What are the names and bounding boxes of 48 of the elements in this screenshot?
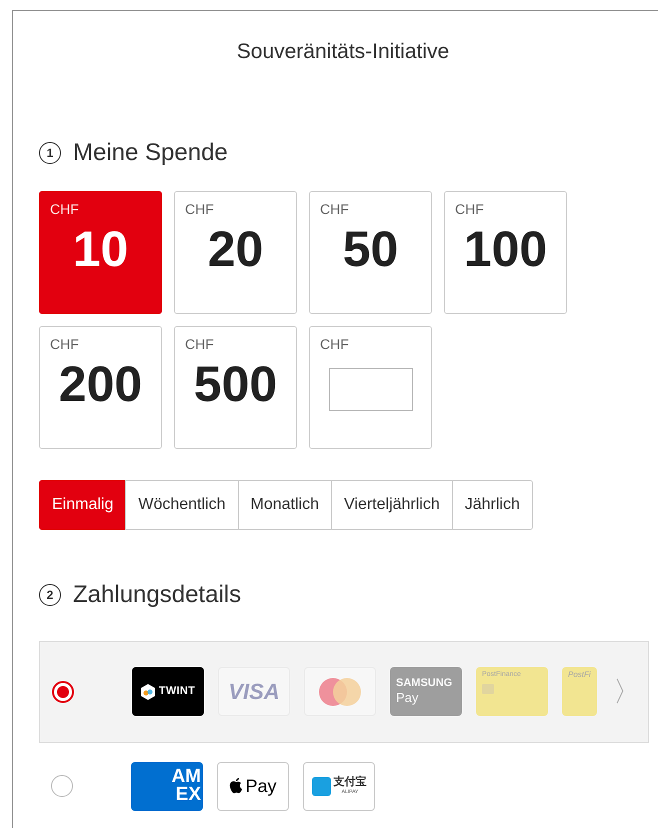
logo-text: 支付宝 xyxy=(334,777,366,788)
amount-option[interactable]: CHF 500 xyxy=(174,326,297,448)
logo-text: PostFi xyxy=(568,671,591,679)
amount-value: 100 xyxy=(462,224,548,274)
currency-label: CHF xyxy=(320,202,350,216)
amount-option[interactable]: CHF 20 xyxy=(174,190,297,314)
logo-text: Pay xyxy=(245,774,277,798)
amount-option[interactable]: CHF 100 xyxy=(444,190,567,314)
currency-label: CHF xyxy=(185,336,215,350)
amex-logo[interactable]: AM EX xyxy=(131,762,203,810)
logo-text: TWINT xyxy=(158,684,196,700)
amount-value: 200 xyxy=(58,358,144,408)
amount-input[interactable] xyxy=(328,368,412,410)
amount-value: 50 xyxy=(342,224,400,274)
step-number-icon: 1 xyxy=(39,142,61,164)
currency-label: CHF xyxy=(320,336,350,350)
amount-option[interactable]: CHF xyxy=(309,326,432,448)
logo-text: AM xyxy=(171,768,201,786)
section-heading: Meine Spende xyxy=(73,138,228,168)
currency-label: CHF xyxy=(50,336,80,350)
currency-label: CHF xyxy=(50,202,80,216)
page-title: Souveränitäts-Initiative xyxy=(236,39,450,65)
section-heading: Zahlungsdetails xyxy=(73,580,242,610)
amount-option[interactable]: CHF 200 xyxy=(39,326,162,448)
logo-text: Pay xyxy=(396,690,418,706)
apple-icon xyxy=(229,778,244,794)
step-number-icon: 2 xyxy=(39,584,61,606)
frequency-tab[interactable]: Vierteljährlich xyxy=(331,480,453,530)
amount-value: 500 xyxy=(192,358,278,408)
alipay-mark-icon xyxy=(312,776,330,796)
currency-label: CHF xyxy=(185,202,215,216)
logo-text: SAMSUNG xyxy=(396,676,452,690)
logo-text: EX xyxy=(176,786,201,804)
radio-button[interactable] xyxy=(52,680,74,702)
twint-logo[interactable]: TWINT xyxy=(132,667,204,716)
amount-option[interactable]: CHF 10 xyxy=(39,190,162,314)
frequency-tab[interactable]: Monatlich xyxy=(238,480,332,530)
currency-label: CHF xyxy=(455,202,485,216)
amount-value: 10 xyxy=(72,224,130,274)
radio-button[interactable] xyxy=(51,775,73,797)
logo-text: VISA xyxy=(228,678,280,706)
frequency-tab[interactable]: Wöchentlich xyxy=(125,480,239,530)
amount-value: 20 xyxy=(206,224,264,274)
amount-option[interactable]: CHF 50 xyxy=(309,190,432,314)
frequency-tab[interactable]: Einmalig xyxy=(39,480,126,530)
frequency-tab[interactable]: Jährlich xyxy=(452,480,533,530)
hexagon-icon xyxy=(140,684,155,700)
apple-pay-logo[interactable]: Pay xyxy=(217,762,289,810)
